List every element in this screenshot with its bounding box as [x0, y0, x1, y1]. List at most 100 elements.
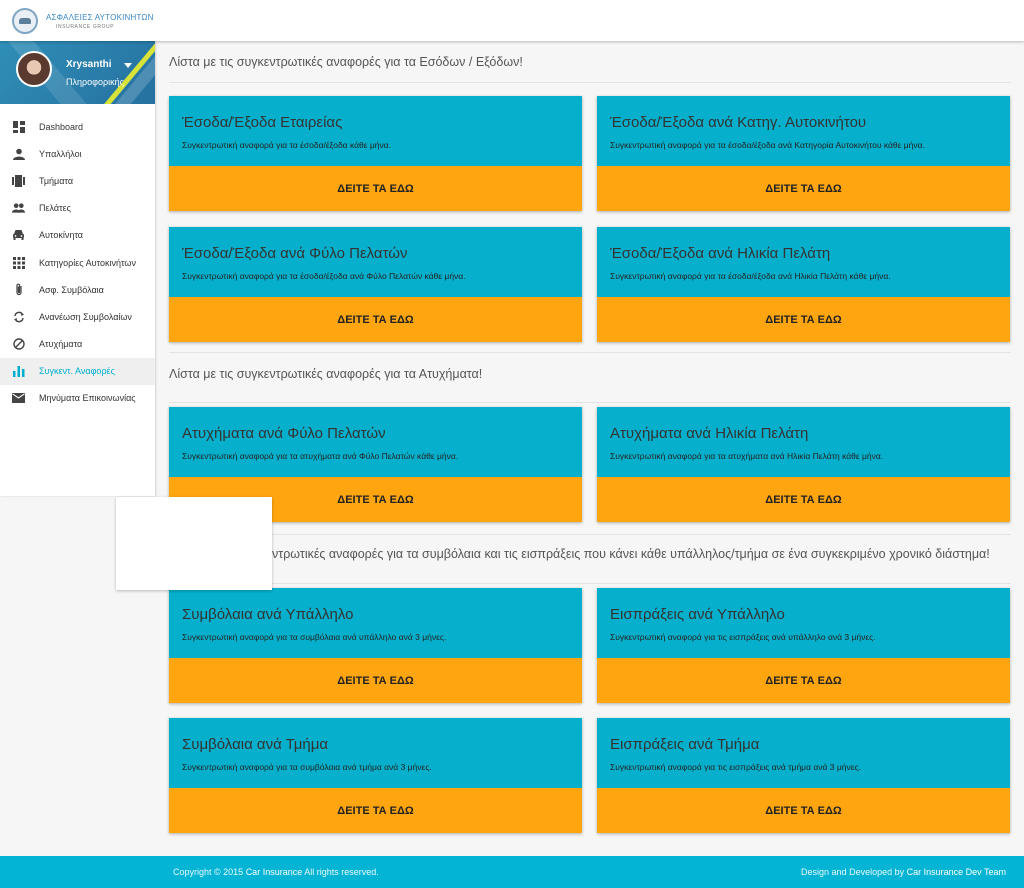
sidebar-item-label: Υπαλλήλοι: [39, 148, 82, 159]
sidebar-item-car-categories[interactable]: Κατηγορίες Αυτοκινήτων: [0, 249, 155, 276]
brand-title: ΑΣΦΑΛΕΙΕΣ ΑΥΤΟΚΙΝΗΤΩΝ: [46, 13, 154, 22]
report-card: Εισπράξεις ανά Τμήμα Συγκεντρωτική αναφο…: [597, 718, 1010, 833]
divider: [169, 402, 1011, 403]
report-card: Έσοδα/Έξοδα ανά Φύλο Πελατών Συγκεντρωτι…: [169, 227, 582, 342]
block-icon: [12, 338, 25, 351]
sidebar-item-dashboard[interactable]: Dashboard: [0, 113, 155, 140]
card-description: Συγκεντρωτική αναφορά για τα ατυχήματα α…: [182, 451, 459, 461]
sidebar-item-label: Ανανέωση Συμβολαίων: [39, 311, 132, 322]
sidebar-item-label: Κατηγορίες Αυτοκινήτων: [39, 257, 136, 268]
view-report-button[interactable]: ΔΕΙΤΕ ΤΑ ΕΔΩ: [597, 166, 1010, 211]
report-card: Έσοδα/Έξοδα ανά Ηλικία Πελάτη Συγκεντρωτ…: [597, 227, 1010, 342]
popup-panel: [116, 497, 272, 590]
car-icon: [12, 229, 25, 242]
sidebar: Xrysanthi Πληροφορικής Dashboard Υπαλλήλ…: [0, 41, 155, 496]
sidebar-menu: Dashboard Υπαλλήλοι Τμήματα Πελάτες Αυτο…: [0, 113, 155, 412]
sidebar-item-reports[interactable]: Συγκεντ. Αναφορές: [0, 357, 155, 385]
card-header: Συμβόλαια ανά Υπάλληλο Συγκεντρωτική ανα…: [169, 588, 582, 658]
report-card: Ατυχήματα ανά Ηλικία Πελάτη Συγκεντρωτικ…: [597, 407, 1010, 522]
card-description: Συγκεντρωτική αναφορά για τα έσοδα/έξοδα…: [182, 140, 392, 150]
footer: Copyright © 2015 Car Insurance All right…: [155, 856, 1024, 888]
sidebar-item-label: Ατυχήματα: [39, 339, 83, 350]
sidebar-item-departments[interactable]: Τμήματα: [0, 167, 155, 194]
card-title: Εισπράξεις ανά Υπάλληλο: [610, 606, 785, 623]
card-title: Έσοδα/Έξοδα ανά Φύλο Πελατών: [182, 245, 408, 262]
avatar[interactable]: [16, 51, 52, 87]
sidebar-item-label: Ασφ. Συμβόλαια: [39, 284, 104, 295]
card-header: Έσοδα/Έξοδα ανά Κατηγ. Αυτοκινήτου Συγκε…: [597, 96, 1010, 166]
copyright-link[interactable]: Car Insurance: [246, 867, 303, 877]
view-report-button[interactable]: ΔΕΙΤΕ ΤΑ ΕΔΩ: [169, 788, 582, 833]
card-title: Ατυχήματα ανά Ηλικία Πελάτη: [610, 425, 809, 442]
section-title-contracts-receipts: ντρωτικές αναφορές για τα συμβόλαια και …: [272, 547, 990, 561]
card-title: Ατυχήματα ανά Φύλο Πελατών: [182, 425, 386, 442]
report-card: Εισπράξεις ανά Υπάλληλο Συγκεντρωτική αν…: [597, 588, 1010, 703]
sidebar-item-contracts[interactable]: Ασφ. Συμβόλαια: [0, 276, 155, 303]
sidebar-item-label: Τμήματα: [39, 175, 74, 186]
card-header: Έσοδα/Έξοδα Εταιρείας Συγκεντρωτική αναφ…: [169, 96, 582, 166]
card-title: Έσοδα/Έξοδα ανά Ηλικία Πελάτη: [610, 245, 831, 262]
card-header: Έσοδα/Έξοδα ανά Φύλο Πελατών Συγκεντρωτι…: [169, 227, 582, 297]
card-header: Έσοδα/Έξοδα ανά Ηλικία Πελάτη Συγκεντρωτ…: [597, 227, 1010, 297]
card-title: Εισπράξεις ανά Τμήμα: [610, 736, 760, 753]
divider: [169, 82, 1011, 83]
view-report-button[interactable]: ΔΕΙΤΕ ΤΑ ΕΔΩ: [597, 658, 1010, 703]
card-title: Έσοδα/Έξοδα Εταιρείας: [182, 114, 343, 131]
sidebar-item-label: Μηνύματα Επικοινωνίας: [39, 393, 136, 404]
view-report-button[interactable]: ΔΕΙΤΕ ΤΑ ΕΔΩ: [169, 297, 582, 342]
report-card: Συμβόλαια ανά Τμήμα Συγκεντρωτική αναφορ…: [169, 718, 582, 833]
dashboard-icon: [12, 120, 25, 133]
view-report-button[interactable]: ΔΕΙΤΕ ΤΑ ΕΔΩ: [597, 297, 1010, 342]
footer-credit: Design and Developed by Car Insurance De…: [801, 867, 1006, 877]
sidebar-item-employees[interactable]: Υπαλλήλοι: [0, 140, 155, 167]
card-description: Συγκεντρωτική αναφορά για τα έσοδα/έξοδα…: [610, 140, 925, 150]
card-description: Συγκεντρωτική αναφορά για τις εισπράξεις…: [610, 762, 862, 772]
footer-copyright: Copyright © 2015 Car Insurance All right…: [173, 867, 379, 877]
sidebar-item-label: Αυτοκίνητα: [39, 230, 83, 241]
card-description: Συγκεντρωτική αναφορά για τις εισπράξεις…: [610, 632, 876, 642]
brand-subtitle: INSURANCE GROUP: [56, 24, 115, 30]
footer-strip: [0, 856, 155, 888]
card-header: Συμβόλαια ανά Τμήμα Συγκεντρωτική αναφορ…: [169, 718, 582, 788]
card-description: Συγκεντρωτική αναφορά για τα ατυχήματα α…: [610, 451, 884, 461]
profile-header: Xrysanthi Πληροφορικής: [0, 41, 155, 104]
grid-icon: [12, 256, 25, 269]
sidebar-item-label: Dashboard: [39, 121, 84, 132]
view-report-button[interactable]: ΔΕΙΤΕ ΤΑ ΕΔΩ: [169, 166, 582, 211]
user-name[interactable]: Xrysanthi: [66, 59, 112, 70]
sidebar-item-messages[interactable]: Μηνύματα Επικοινωνίας: [0, 385, 155, 412]
report-card: Συμβόλαια ανά Υπάλληλο Συγκεντρωτική ανα…: [169, 588, 582, 703]
divider: [169, 352, 1011, 353]
people-icon: [12, 202, 25, 215]
sidebar-item-renewals[interactable]: Ανανέωση Συμβολαίων: [0, 303, 155, 330]
card-header: Ατυχήματα ανά Ηλικία Πελάτη Συγκεντρωτικ…: [597, 407, 1010, 477]
card-title: Έσοδα/Έξοδα ανά Κατηγ. Αυτοκινήτου: [610, 114, 867, 131]
sidebar-item-label: Συγκεντ. Αναφορές: [39, 366, 115, 377]
section-title-income-expenses: Λίστα με τις συγκεντρωτικές αναφορές για…: [169, 55, 523, 69]
top-bar: ΑΣΦΑΛΕΙΕΣ ΑΥΤΟΚΙΝΗΤΩΝ INSURANCE GROUP: [0, 0, 1024, 41]
sidebar-item-cars[interactable]: Αυτοκίνητα: [0, 222, 155, 249]
card-description: Συγκεντρωτική αναφορά για τα έσοδα/έξοδα…: [610, 271, 891, 281]
view-report-button[interactable]: ΔΕΙΤΕ ΤΑ ΕΔΩ: [597, 477, 1010, 522]
bar-chart-icon: [12, 365, 25, 378]
card-description: Συγκεντρωτική αναφορά για τα έσοδα/έξοδα…: [182, 271, 466, 281]
logo-icon[interactable]: [12, 8, 38, 34]
card-title: Συμβόλαια ανά Υπάλληλο: [182, 606, 354, 623]
report-card: Έσοδα/Έξοδα Εταιρείας Συγκεντρωτική αναφ…: [169, 96, 582, 211]
credit-text: Design and Developed by: [801, 867, 907, 877]
sidebar-item-accidents[interactable]: Ατυχήματα: [0, 331, 155, 358]
sidebar-item-customers[interactable]: Πελάτες: [0, 195, 155, 222]
view-report-button[interactable]: ΔΕΙΤΕ ΤΑ ΕΔΩ: [169, 658, 582, 703]
divider: [169, 583, 1011, 584]
credit-link[interactable]: Car Insurance Dev Team: [907, 867, 1006, 877]
chevron-down-icon[interactable]: [124, 63, 132, 68]
refresh-icon: [12, 310, 25, 323]
card-header: Ατυχήματα ανά Φύλο Πελατών Συγκεντρωτική…: [169, 407, 582, 477]
view-report-button[interactable]: ΔΕΙΤΕ ΤΑ ΕΔΩ: [597, 788, 1010, 833]
paperclip-icon: [12, 283, 25, 296]
copyright-suffix: All rights reserved.: [302, 867, 379, 877]
departments-icon: [12, 174, 25, 187]
card-header: Εισπράξεις ανά Τμήμα Συγκεντρωτική αναφο…: [597, 718, 1010, 788]
divider: [169, 534, 1011, 535]
copyright-text: Copyright © 2015: [173, 867, 246, 877]
